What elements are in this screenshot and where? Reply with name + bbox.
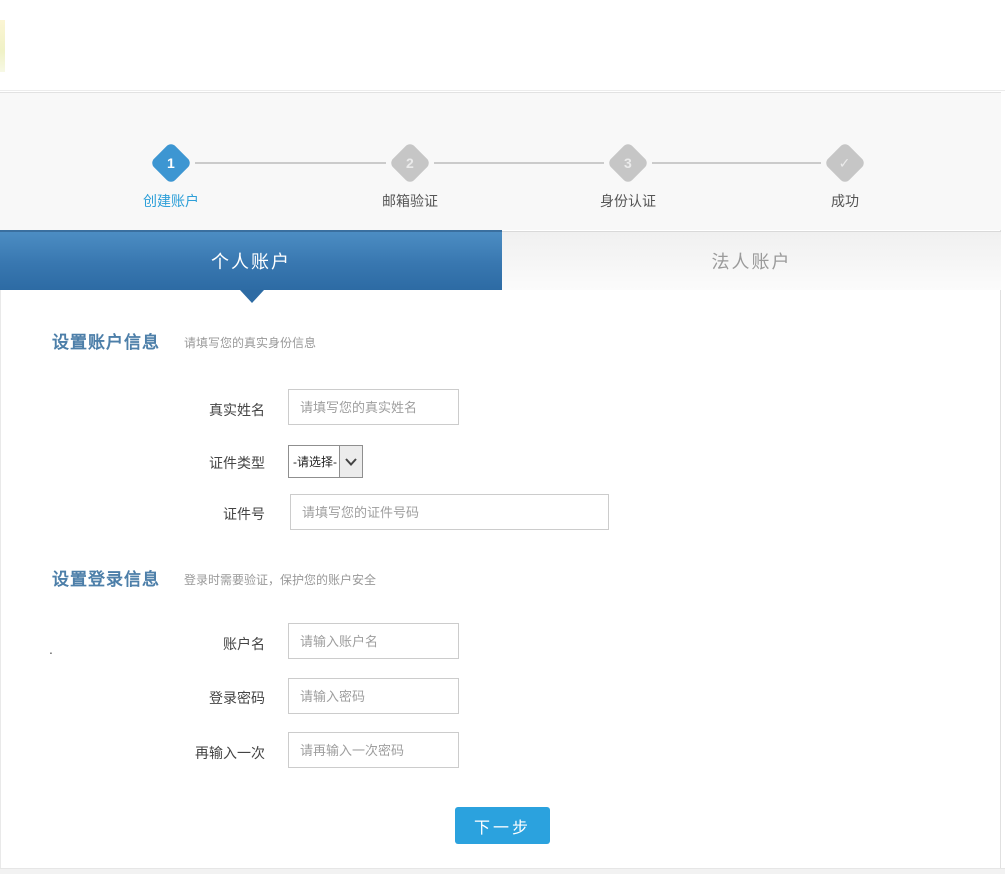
chevron-down-icon [339, 446, 362, 477]
site-header [0, 0, 1005, 91]
stray-dot: . [49, 641, 53, 657]
section-account-subtitle: 请填写您的真实身份信息 [184, 334, 316, 351]
logo-sliver [0, 20, 5, 72]
id-type-selected-value: -请选择- [289, 446, 339, 477]
password-confirm-input[interactable] [288, 732, 459, 768]
check-icon: ✓ [839, 154, 851, 171]
id-type-label: 证件类型 [100, 453, 265, 473]
username-label: 账户名 [100, 634, 265, 654]
step-1-number: 1 [167, 155, 175, 171]
step-connector-2 [434, 162, 604, 164]
tab-corporate-account[interactable]: 法人账户 [502, 231, 1001, 290]
step-3-number: 3 [624, 155, 632, 171]
password-label: 登录密码 [100, 688, 265, 708]
active-tab-pointer [240, 290, 264, 303]
footer-strip [0, 868, 1005, 874]
id-number-label: 证件号 [100, 504, 265, 524]
step-2-label: 邮箱验证 [382, 191, 438, 211]
section-account-title: 设置账户信息 [52, 328, 160, 353]
registration-page: 1 2 3 ✓ 创建账户 邮箱验证 身份认证 成功 个人账户 法人账户 设置账户… [0, 0, 1005, 874]
username-input[interactable] [288, 623, 459, 659]
step-3-label: 身份认证 [600, 191, 656, 211]
section-login-subtitle: 登录时需要验证，保护您的账户安全 [184, 571, 376, 588]
id-type-select[interactable]: -请选择- [288, 445, 363, 478]
next-step-button[interactable]: 下一步 [455, 807, 550, 844]
password-input[interactable] [288, 678, 459, 714]
tab-personal-account[interactable]: 个人账户 [0, 230, 502, 290]
step-4-label: 成功 [831, 191, 859, 211]
step-2-number: 2 [406, 155, 414, 171]
step-connector-1 [195, 162, 386, 164]
real-name-label: 真实姓名 [100, 400, 265, 420]
real-name-input[interactable] [288, 389, 459, 425]
id-number-input[interactable] [290, 494, 609, 530]
password-confirm-label: 再输入一次 [100, 743, 265, 763]
step-connector-3 [652, 162, 821, 164]
section-login-title: 设置登录信息 [52, 565, 160, 590]
step-1-label: 创建账户 [143, 191, 199, 211]
